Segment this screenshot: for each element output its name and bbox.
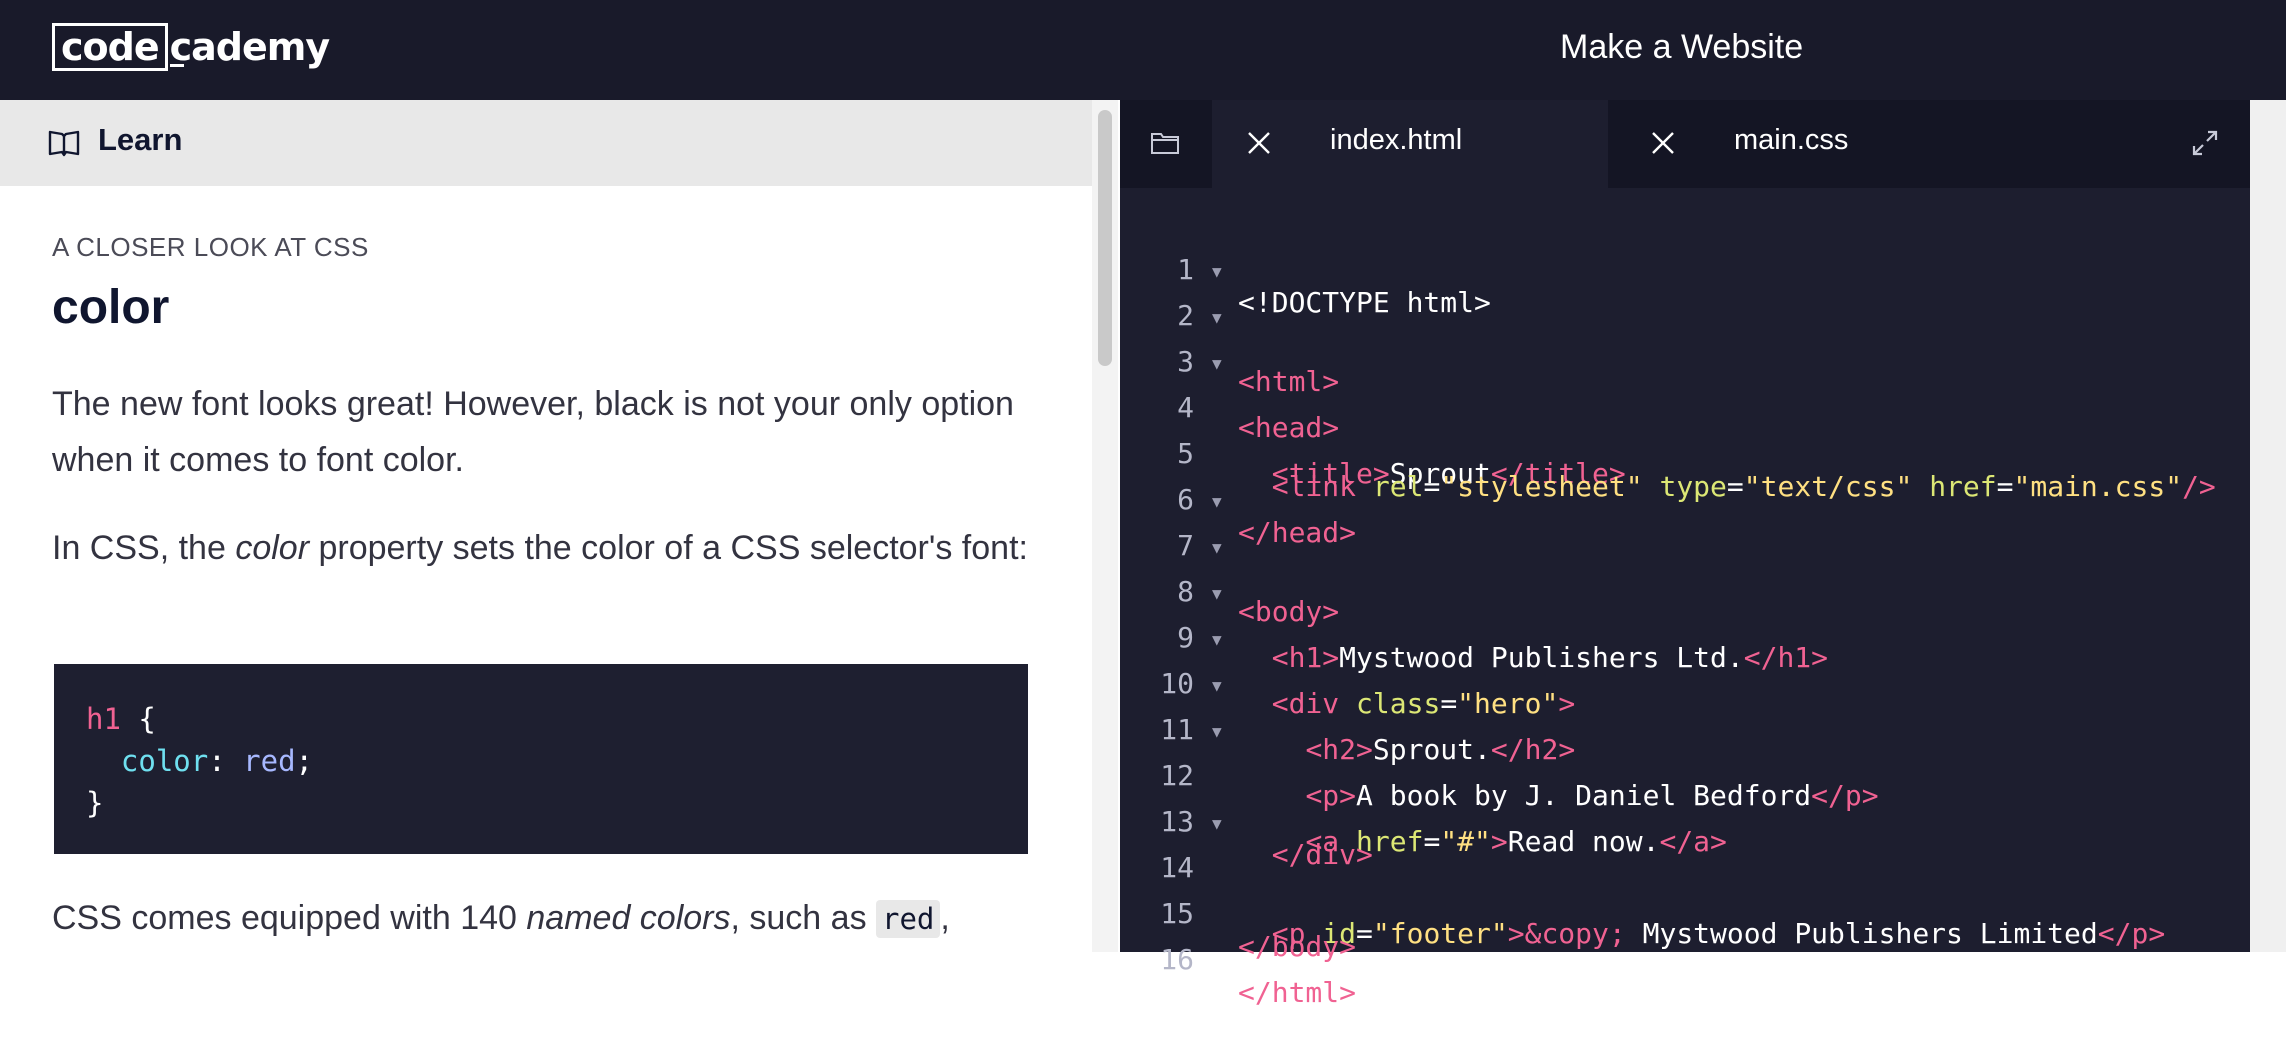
fold-arrow-icon[interactable]: ▼: [1212, 630, 1222, 649]
code-punct: }: [86, 786, 104, 820]
fold-arrow-icon[interactable]: ▼: [1212, 814, 1222, 833]
code-line: 11 ▼ <p>A book by J. Daniel Bedford</p>: [1120, 676, 2250, 812]
browser-pane-edge: [2250, 100, 2286, 952]
fold-arrow-icon[interactable]: ▼: [1212, 676, 1222, 695]
code-line: 10 ▼ <h2>Sprout.</h2>: [1120, 630, 2250, 766]
learn-panel: Learn A CLOSER LOOK AT CSS color The new…: [0, 100, 1092, 952]
lesson-paragraph: CSS comes equipped with 140 named colors…: [52, 890, 1052, 947]
code-text: </html>: [1238, 976, 1356, 1009]
top-navbar: code cademy Make a Website: [0, 0, 2286, 100]
code-line: 9 ▼ <div class="hero">: [1120, 584, 2250, 720]
logo-code-part: code: [52, 23, 168, 71]
code-line: 2 ▼ <html>: [1120, 262, 2250, 398]
expand-icon[interactable]: [2190, 128, 2220, 158]
code-punct: ;: [295, 744, 314, 778]
tab-label: main.css: [1734, 124, 1849, 156]
fold-arrow-icon[interactable]: ▼: [1212, 308, 1222, 327]
fold-arrow-icon[interactable]: ▼: [1212, 722, 1222, 741]
code-line: 6 </head>: [1120, 450, 2250, 549]
code-line: 5 <link rel="stylesheet" type="text/css"…: [1120, 404, 2250, 503]
lesson-title: color: [52, 281, 170, 334]
code-editor: index.html main.css 1 <!DOCTYPE html> 2 …: [1120, 100, 2250, 1009]
code-line: 1 <!DOCTYPE html>: [1120, 220, 2250, 319]
fold-arrow-icon[interactable]: ▼: [1212, 538, 1222, 557]
learn-scrollbar[interactable]: [1092, 100, 1118, 952]
book-icon: [48, 130, 80, 157]
text: In CSS, the: [52, 529, 236, 567]
text: ,: [940, 899, 950, 937]
logo-cademy-part: cademy: [169, 25, 331, 69]
fold-arrow-icon[interactable]: ▼: [1212, 262, 1222, 281]
line-number: 16: [1160, 943, 1194, 976]
learn-tab-label: Learn: [98, 122, 183, 157]
codecademy-logo[interactable]: code cademy: [52, 22, 331, 72]
emphasis-text: color: [235, 529, 310, 567]
css-selector: h1: [86, 702, 121, 736]
tab-main-css[interactable]: main.css: [1616, 100, 2012, 188]
code-line: 8 ▼ <h1>Mystwood Publishers Ltd.</h1>: [1120, 538, 2250, 674]
project-title: Make a Website: [1560, 28, 1804, 66]
fold-arrow-icon[interactable]: ▼: [1212, 584, 1222, 603]
code-example-line: color: red;: [86, 740, 313, 782]
code-line: 12 ▼ <a href="#">Read now.</a>: [1120, 722, 2250, 858]
code-area[interactable]: 1 <!DOCTYPE html> 2 ▼ <html> 3 ▼ <head> …: [1120, 220, 2250, 1009]
text: , such as: [730, 899, 877, 937]
close-icon[interactable]: [1650, 130, 1676, 156]
code-line: 15 </body>: [1120, 864, 2250, 963]
css-value: red: [243, 744, 296, 778]
scrollbar-thumb[interactable]: [1098, 110, 1112, 366]
tab-index-html[interactable]: index.html: [1212, 100, 1608, 188]
code-example-line: }: [86, 782, 103, 824]
css-property: color: [120, 744, 209, 778]
code-line: 3 ▼ <head>: [1120, 308, 2250, 444]
close-icon[interactable]: [1246, 130, 1272, 156]
text: property sets the color of a CSS selecto…: [309, 529, 1028, 567]
emphasis-text: named colors: [526, 899, 731, 937]
logo-cursor: [169, 63, 184, 67]
code-punct: :: [208, 744, 244, 778]
lesson-paragraph: In CSS, the color property sets the colo…: [52, 520, 1052, 576]
learn-tab-header[interactable]: Learn: [0, 100, 1092, 186]
code-line: 13 </div>: [1120, 772, 2250, 871]
html-tag: </html>: [1238, 976, 1357, 1009]
editor-tab-bar: index.html main.css: [1120, 100, 2250, 188]
code-line: 14 ▼ <p id="footer">&copy; Mystwood Publ…: [1120, 814, 2250, 950]
code-line: 16 </html>: [1120, 910, 2250, 1009]
code-example-line: h1 {: [86, 698, 156, 740]
code-example-block: h1 { color: red; }: [54, 664, 1028, 854]
code-punct: {: [120, 702, 156, 736]
lesson-kicker: A CLOSER LOOK AT CSS: [52, 232, 369, 262]
fold-arrow-icon[interactable]: ▼: [1212, 354, 1222, 373]
text: CSS comes equipped with 140: [52, 899, 527, 937]
lesson-paragraph: The new font looks great! However, black…: [52, 385, 1014, 479]
inline-code: red: [876, 900, 941, 938]
code-line: 4 ▼ <title>Sprout</title>: [1120, 354, 2250, 490]
folder-icon[interactable]: [1150, 128, 1180, 158]
tab-label: index.html: [1330, 124, 1463, 156]
code-line: 7 ▼ <body>: [1120, 492, 2250, 628]
fold-arrow-icon[interactable]: ▼: [1212, 492, 1222, 511]
